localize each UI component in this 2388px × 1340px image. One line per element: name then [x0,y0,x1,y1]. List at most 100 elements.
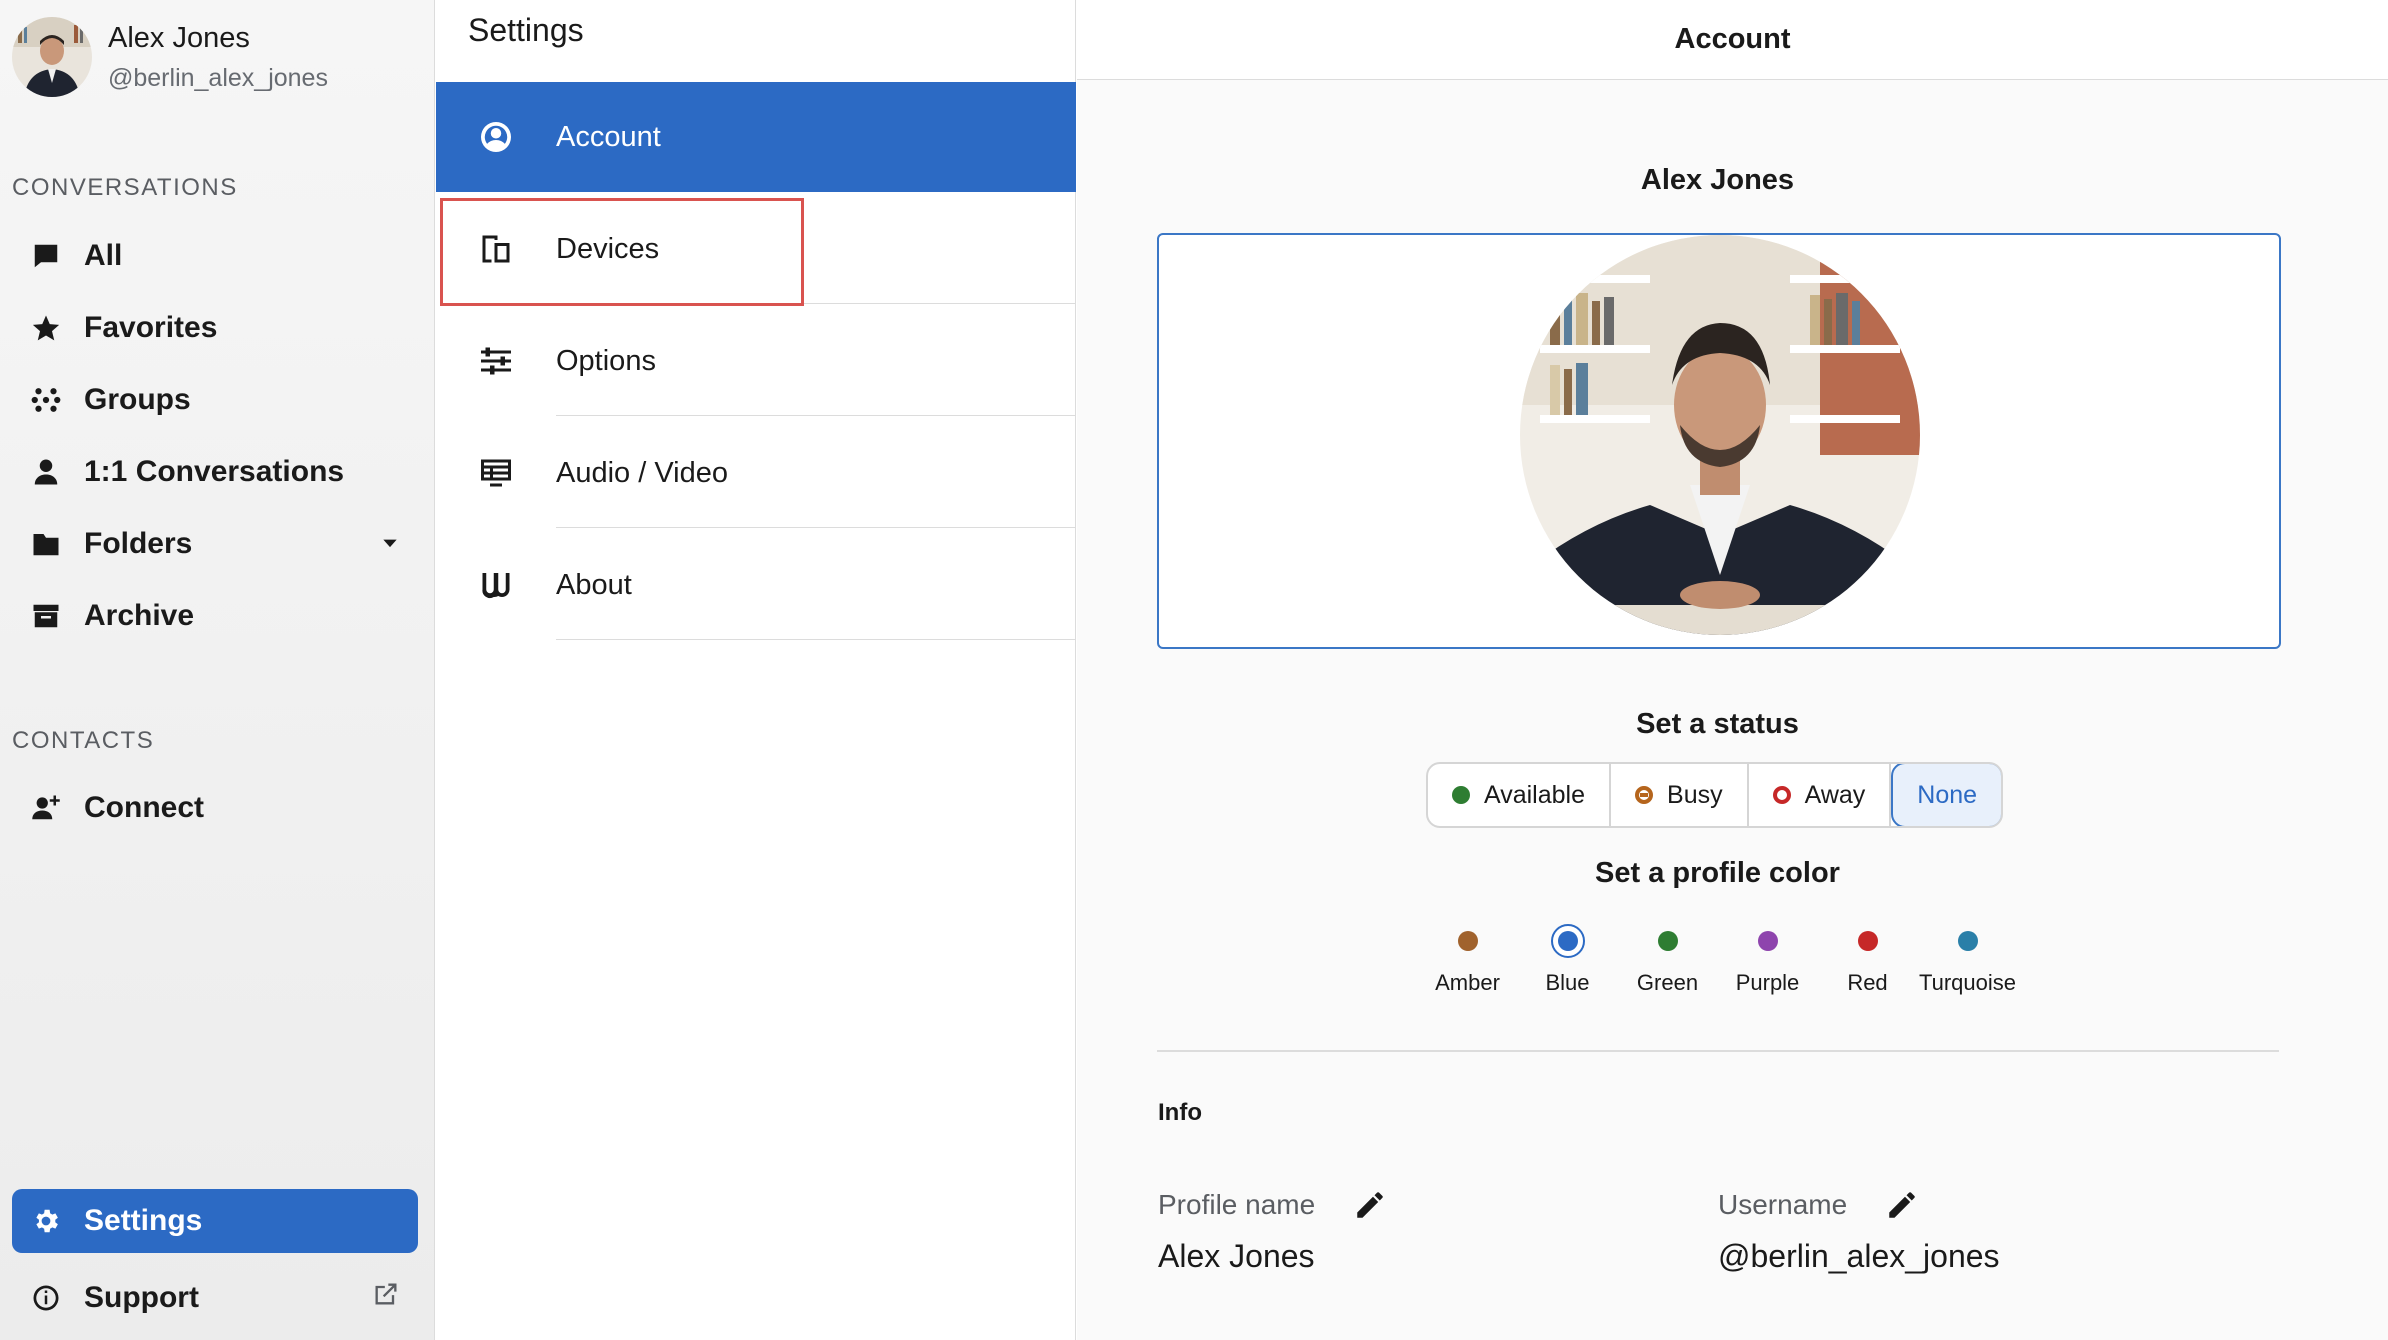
status-selector: Available Busy Away None [1426,762,2004,828]
settings-item-audio-video[interactable]: Audio / Video [436,418,1076,528]
pencil-icon[interactable] [1885,1188,1919,1222]
color-option-purple[interactable]: Purple [1718,924,1818,996]
status-label: None [1917,780,1978,809]
color-option-turquoise[interactable]: Turquoise [1918,924,2018,996]
divider [556,527,1076,528]
status-away-icon [1772,786,1791,804]
color-label: Turquoise [1918,970,2016,995]
sidebar-item-label: All [84,239,123,272]
color-option-amber[interactable]: Amber [1418,924,1518,996]
status-label: Busy [1667,780,1723,809]
status-label: Away [1804,780,1866,809]
pencil-icon[interactable] [1353,1188,1387,1222]
person-icon [28,454,64,490]
profile-name-value: Alex Jones [1158,1238,1315,1274]
settings-panel: Settings Account Devices Options Audio /… [436,0,1076,1340]
color-option-green[interactable]: Green [1618,924,1718,996]
profile-picture[interactable] [1520,235,1920,635]
folder-icon [28,526,64,562]
divider [1157,1050,2279,1052]
color-swatch [1457,931,1478,951]
color-swatch [1757,931,1778,951]
sidebar-item-settings[interactable]: Settings [12,1189,418,1253]
profile-picture-frame[interactable] [1157,233,2281,649]
groups-dots-icon [28,382,64,418]
account-panel: Account Alex Jones Set a status Availabl… [1077,0,2388,1340]
sliders-icon [476,341,516,381]
contacts-section-title: CONTACTS [12,727,155,754]
color-option-red[interactable]: Red [1818,924,1918,996]
gear-icon [28,1203,64,1239]
wire-logo-icon [476,565,516,605]
status-label: Available [1484,780,1586,809]
sidebar-item-label: Connect [84,791,204,824]
sidebar-item-support[interactable]: Support [12,1266,418,1330]
sidebar-item-connect[interactable]: Connect [12,776,418,840]
star-icon [28,310,64,346]
user-handle: @berlin_alex_jones [108,64,328,92]
settings-item-account[interactable]: Account [436,82,1076,192]
account-display-name: Alex Jones [1640,164,1795,196]
color-swatch [1957,931,1978,951]
color-swatch [1557,931,1578,951]
profile-name-field: Profile name Alex Jones [1158,1188,1387,1275]
add-person-icon [28,790,64,826]
sidebar-item-label: Settings [84,1204,203,1237]
color-label: Green [1636,970,1699,995]
color-swatch [1657,931,1678,951]
info-icon [28,1280,64,1316]
conversations-section-title: CONVERSATIONS [12,174,238,201]
color-label: Purple [1735,970,1800,995]
status-available-button[interactable]: Available [1428,764,1612,826]
color-label: Red [1847,970,1888,995]
status-title: Set a status [1636,708,1799,740]
devices-icon [476,229,516,269]
sidebar-item-label: Folders [84,527,193,560]
username-label: Username [1718,1189,1848,1220]
status-none-button[interactable]: None [1891,764,2002,826]
sidebar-item-label: Archive [84,599,195,632]
divider [556,639,1076,640]
sidebar-item-label: 1:1 Conversations [84,455,345,488]
color-option-blue[interactable]: Blue [1518,924,1618,996]
account-header: Account [1077,0,2388,80]
archive-icon [28,598,64,634]
account-circle-icon [476,117,516,157]
color-label: Amber [1435,970,1500,995]
sidebar-item-label: Support [84,1281,199,1314]
sidebar-item-all[interactable]: All [12,224,418,288]
user-name: Alex Jones [108,22,250,54]
settings-item-label: Devices [556,232,660,265]
info-title: Info [1158,1099,1202,1126]
status-busy-icon [1635,786,1654,804]
profile-name-label: Profile name [1158,1189,1316,1220]
settings-title: Settings [468,12,584,48]
sidebar-item-label: Groups [84,383,191,416]
settings-item-label: Account [556,120,661,153]
settings-item-about[interactable]: About [436,530,1076,640]
user-profile[interactable]: Alex Jones @berlin_alex_jones [12,16,328,98]
chevron-down-icon[interactable] [380,527,400,561]
username-value: @berlin_alex_jones [1718,1238,2000,1274]
status-available-icon [1452,786,1470,804]
color-label: Blue [1545,970,1590,995]
username-field: Username @berlin_alex_jones [1718,1188,2000,1275]
status-away-button[interactable]: Away [1749,764,1892,826]
settings-item-options[interactable]: Options [436,306,1076,416]
settings-item-devices[interactable]: Devices [436,194,1076,304]
sidebar-item-favorites[interactable]: Favorites [12,296,418,360]
profile-color-title: Set a profile color [1595,857,1840,889]
audio-video-icon [476,453,516,493]
settings-item-label: Audio / Video [556,456,728,489]
settings-item-label: About [556,568,632,601]
sidebar-item-groups[interactable]: Groups [12,368,418,432]
settings-item-label: Options [556,344,656,377]
avatar[interactable] [12,17,92,97]
sidebar: Alex Jones @berlin_alex_jones CONVERSATI… [0,0,435,1340]
sidebar-item-archive[interactable]: Archive [12,584,418,648]
external-link-icon [372,1280,400,1316]
sidebar-item-one-to-one[interactable]: 1:1 Conversations [12,440,418,504]
sidebar-item-folders[interactable]: Folders [12,512,418,576]
profile-color-selector: Amber Blue Green Purple Red Turquoise [1077,924,2358,996]
status-busy-button[interactable]: Busy [1611,764,1749,826]
